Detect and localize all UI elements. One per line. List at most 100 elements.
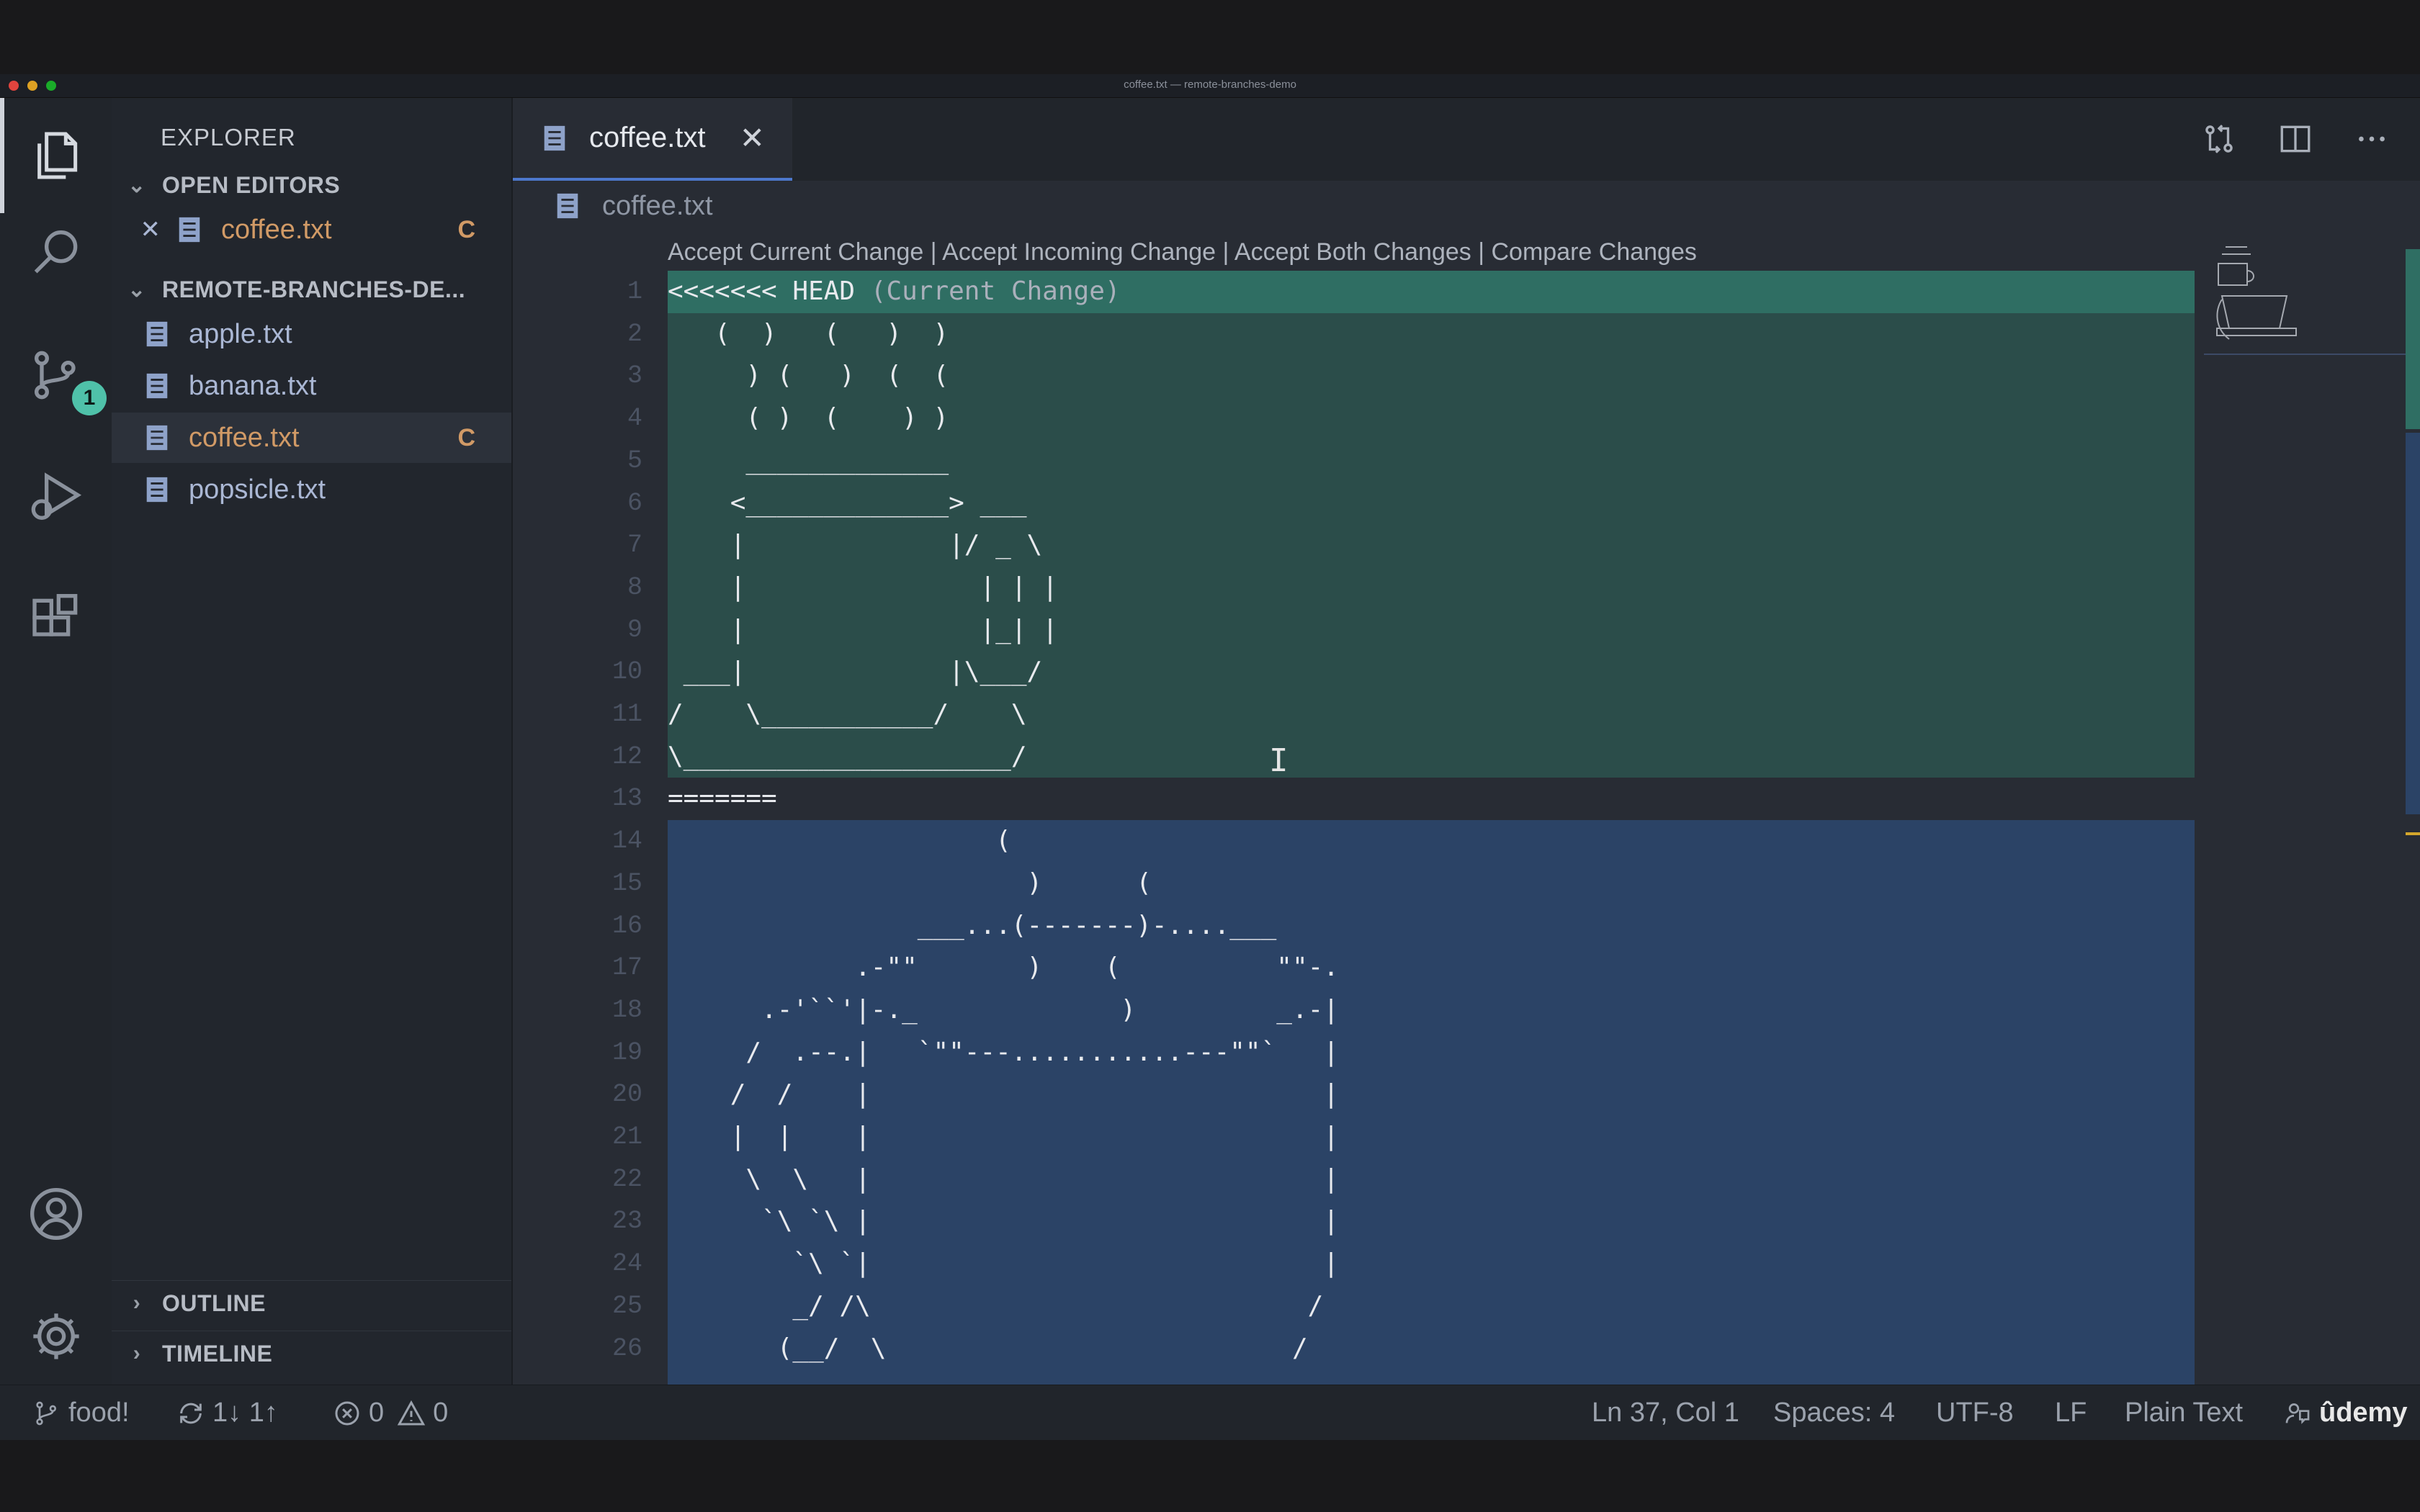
more-actions-icon[interactable] bbox=[2352, 120, 2391, 158]
sync-status[interactable]: 1↓ 1↑ bbox=[176, 1385, 278, 1440]
folder-section[interactable]: ⌄ REMOTE-BRANCHES-DE... bbox=[112, 267, 511, 312]
tab-coffee[interactable]: coffee.txt ✕ bbox=[513, 98, 792, 181]
line-text: ) ( ) ( ( bbox=[668, 361, 949, 391]
line-text: ( bbox=[668, 826, 1011, 856]
outline-section[interactable]: › OUTLINE bbox=[112, 1280, 511, 1326]
end-of-line[interactable]: LF bbox=[2055, 1385, 2087, 1440]
line-text: / .--.| `""---...........---""` | bbox=[668, 1037, 1339, 1067]
split-editor-icon[interactable] bbox=[2276, 120, 2315, 158]
line-number: 2 bbox=[627, 319, 642, 348]
code-line: 17 .-"" ) ( ""-. bbox=[513, 947, 2385, 989]
error-icon bbox=[335, 1401, 359, 1425]
text-file-icon bbox=[146, 373, 168, 399]
search-icon[interactable] bbox=[20, 213, 92, 292]
tab-label: coffee.txt bbox=[589, 122, 706, 153]
close-tab-icon[interactable]: ✕ bbox=[740, 120, 765, 156]
text-cursor: I bbox=[1269, 742, 1289, 779]
line-number: 19 bbox=[611, 1038, 642, 1067]
breadcrumb[interactable]: coffee.txt bbox=[513, 181, 2420, 231]
code-line: 6 <_____________> ___ bbox=[513, 482, 2385, 525]
run-debug-icon[interactable] bbox=[20, 458, 92, 537]
file-item-coffee[interactable]: coffee.txt C bbox=[112, 413, 511, 463]
line-text: (__/ \ / bbox=[668, 1333, 1308, 1363]
activity-bar: 1 bbox=[0, 98, 112, 1440]
line-text: | | | | bbox=[668, 1122, 1339, 1151]
file-item-popsicle[interactable]: popsicle.txt bbox=[112, 464, 511, 515]
line-text: / \___________/ \ bbox=[668, 699, 1027, 729]
code-line: 9 | |_| | bbox=[513, 609, 2385, 652]
line-number: 5 bbox=[627, 446, 642, 475]
code-line: 3 ) ( ) ( ( bbox=[513, 355, 2385, 397]
indentation[interactable]: Spaces: 4 bbox=[1773, 1385, 1895, 1440]
encoding[interactable]: UTF-8 bbox=[1936, 1385, 2014, 1440]
line-number: 3 bbox=[627, 361, 642, 391]
open-editors-section[interactable]: ⌄ OPEN EDITORS bbox=[112, 163, 511, 207]
timeline-section[interactable]: › TIMELINE bbox=[112, 1331, 511, 1376]
code-line: 11 / \___________/ \ bbox=[513, 693, 2385, 736]
code-line: 12 \_____________________/ bbox=[513, 736, 2385, 778]
code-line: 14 ( bbox=[513, 820, 2385, 863]
conflict-status-badge: C bbox=[457, 423, 475, 451]
file-item-apple[interactable]: apple.txt bbox=[112, 309, 511, 359]
current-change-label: (Current Change) bbox=[855, 276, 1121, 306]
folder-label: REMOTE-BRANCHES-DE... bbox=[162, 276, 466, 302]
minimap[interactable] bbox=[2204, 231, 2420, 1440]
settings-gear-icon[interactable] bbox=[20, 1297, 92, 1376]
code-line: 19 / .--.| `""---...........---""` | bbox=[513, 1032, 2385, 1074]
line-text: | |/ _ \ bbox=[668, 530, 1043, 560]
chevron-right-icon: › bbox=[133, 1341, 141, 1365]
line-number: 9 bbox=[627, 615, 642, 644]
text-file-icon bbox=[146, 477, 168, 503]
line-number: 13 bbox=[611, 784, 642, 814]
code-line: 7 | |/ _ \ bbox=[513, 524, 2385, 567]
warning-count: 0 bbox=[433, 1398, 449, 1428]
open-changes-icon[interactable] bbox=[2200, 120, 2238, 158]
line-text: .-'``'|-._ ) _.-| bbox=[668, 994, 1339, 1025]
git-branch-icon bbox=[36, 1401, 57, 1425]
branch-status[interactable]: food! bbox=[32, 1385, 130, 1440]
line-number: 10 bbox=[611, 657, 642, 687]
code-editor[interactable]: 1 <<<<<<< HEAD (Current Change) 2 ( ) ( ) … bbox=[513, 271, 2420, 1440]
line-text: | | | | bbox=[668, 572, 1058, 602]
code-line: 5 _____________ bbox=[513, 440, 2385, 482]
close-editor-icon[interactable]: ✕ bbox=[112, 215, 161, 244]
code-line: 1 <<<<<<< HEAD (Current Change) bbox=[513, 271, 2385, 313]
line-text: `\ `| | bbox=[668, 1248, 1339, 1279]
accounts-icon[interactable] bbox=[20, 1174, 92, 1254]
line-text: \ \ | | bbox=[668, 1164, 1339, 1194]
watermark: ûdemy bbox=[2319, 1398, 2408, 1428]
cursor-position[interactable]: Ln 37, Col 1 bbox=[1592, 1385, 1739, 1440]
line-number: 18 bbox=[611, 995, 642, 1025]
explorer-title: EXPLORER bbox=[161, 124, 296, 150]
file-name: coffee.txt bbox=[189, 422, 300, 453]
line-number: 4 bbox=[627, 404, 642, 433]
tab-bar: coffee.txt ✕ bbox=[513, 98, 2420, 181]
line-text: _/ /\ / bbox=[668, 1290, 1324, 1320]
file-name: apple.txt bbox=[189, 318, 292, 349]
feedback-status[interactable]: ûdemy bbox=[2283, 1385, 2407, 1440]
feedback-icon bbox=[2285, 1403, 2310, 1424]
language-mode[interactable]: Plain Text bbox=[2125, 1385, 2243, 1440]
code-line: 2 ( ) ( ) ) bbox=[513, 313, 2385, 356]
code-line: 20 / / | | bbox=[513, 1074, 2385, 1116]
source-control-icon[interactable]: 1 bbox=[20, 336, 107, 415]
file-item-banana[interactable]: banana.txt bbox=[112, 361, 511, 411]
line-text: | |_| | bbox=[668, 614, 1058, 644]
line-number: 15 bbox=[611, 868, 642, 898]
error-count: 0 bbox=[369, 1398, 385, 1428]
text-file-icon bbox=[146, 425, 168, 451]
explorer-sidebar: EXPLORER ⌄ OPEN EDITORS ✕ coffee.txt C ⌄… bbox=[112, 98, 513, 1440]
code-line: 21 | | | | bbox=[513, 1116, 2385, 1158]
code-line: 4 ( ) ( ) ) bbox=[513, 397, 2385, 440]
sync-counts: 1↓ 1↑ bbox=[212, 1398, 278, 1428]
chevron-down-icon: ⌄ bbox=[127, 173, 146, 197]
open-editor-item[interactable]: ✕ coffee.txt C bbox=[112, 204, 511, 255]
extensions-icon[interactable] bbox=[20, 580, 92, 660]
problems-status[interactable]: 0 0 bbox=[333, 1385, 448, 1440]
open-editor-filename: coffee.txt bbox=[221, 214, 332, 245]
open-editors-label: OPEN EDITORS bbox=[162, 171, 341, 198]
line-text: ___| |\___/ bbox=[668, 657, 1043, 687]
explorer-icon[interactable] bbox=[20, 116, 92, 195]
merge-codelens-actions[interactable]: Accept Current Change | Accept Incoming … bbox=[668, 238, 1697, 266]
conflict-status-badge: C bbox=[457, 215, 475, 243]
